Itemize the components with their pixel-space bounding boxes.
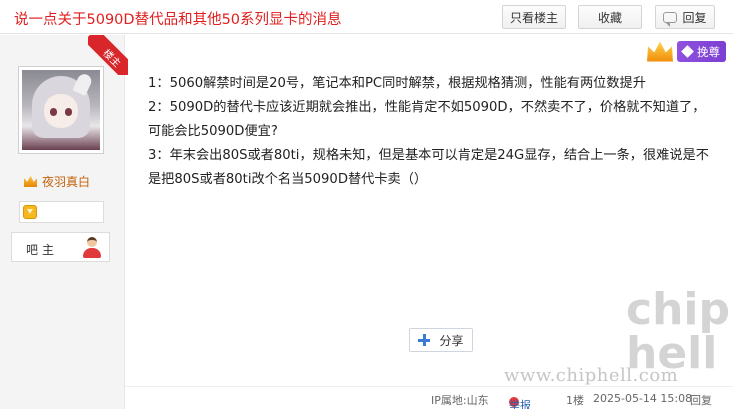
share-button-label: 分享 xyxy=(439,333,464,348)
vip-crown-icon xyxy=(647,41,673,62)
avatar-image xyxy=(22,70,100,150)
moderator-user-icon xyxy=(82,237,102,259)
avatar[interactable] xyxy=(18,66,104,154)
watermark-logo-text: chip hell xyxy=(626,284,730,379)
role-badge: 吧主 xyxy=(11,232,110,262)
content-line-1: 1：5060解禁时间是20号，笔记本和PC同时解禁，根据规格猜测，性能有两位数提… xyxy=(148,76,646,91)
diamond-icon xyxy=(681,45,694,58)
floor-number: 1楼 xyxy=(566,394,584,407)
reply-button[interactable]: 回复 xyxy=(655,5,715,29)
vip-area: 挽尊 xyxy=(647,41,726,62)
post-content: 1：5060解禁时间是20号，笔记本和PC同时解禁，根据规格猜测，性能有两位数提… xyxy=(148,72,718,192)
watermark-site: www.chiphell.com xyxy=(504,365,679,386)
medal-box xyxy=(19,201,104,223)
post-title-bar: 说一点关于5090D替代品和其他50系列显卡的消息 只看楼主 收藏 回复 xyxy=(0,0,733,34)
author-name[interactable]: 夜羽真白 xyxy=(42,173,90,190)
content-line-2: 2：5090D的替代卡应该近期就会推出，性能肯定不如5090D，不然卖不了，价格… xyxy=(148,100,706,139)
post-title: 说一点关于5090D替代品和其他50系列显卡的消息 xyxy=(14,12,342,28)
role-label: 吧主 xyxy=(26,243,59,257)
content-line-3: 3：年末会出80S或者80ti，规格未知，但是基本可以肯定是24G显存，结合上一… xyxy=(148,148,709,187)
share-button[interactable]: 分享 xyxy=(409,328,473,352)
post-datetime: 2025-05-14 15:08 xyxy=(593,392,693,405)
only-author-button[interactable]: 只看楼主 xyxy=(502,5,566,29)
report-label: 举报 xyxy=(509,399,531,409)
post-footer: IP属地:山东 举报 1楼 2025-05-14 15:08 回复 xyxy=(125,386,733,409)
footer-reply-link[interactable]: 回复 xyxy=(690,392,712,408)
vip-badge[interactable]: 挽尊 xyxy=(677,41,726,62)
plus-icon xyxy=(418,334,431,346)
vip-badge-label: 挽尊 xyxy=(697,44,720,59)
ip-location: IP属地:山东 xyxy=(431,394,489,407)
reply-button-label: 回复 xyxy=(682,10,707,25)
medal-icon[interactable] xyxy=(23,205,37,219)
crown-icon xyxy=(24,176,37,187)
author-name-row[interactable]: 夜羽真白 xyxy=(24,173,90,190)
reply-icon xyxy=(663,11,678,27)
favorite-button[interactable]: 收藏 xyxy=(578,5,642,29)
